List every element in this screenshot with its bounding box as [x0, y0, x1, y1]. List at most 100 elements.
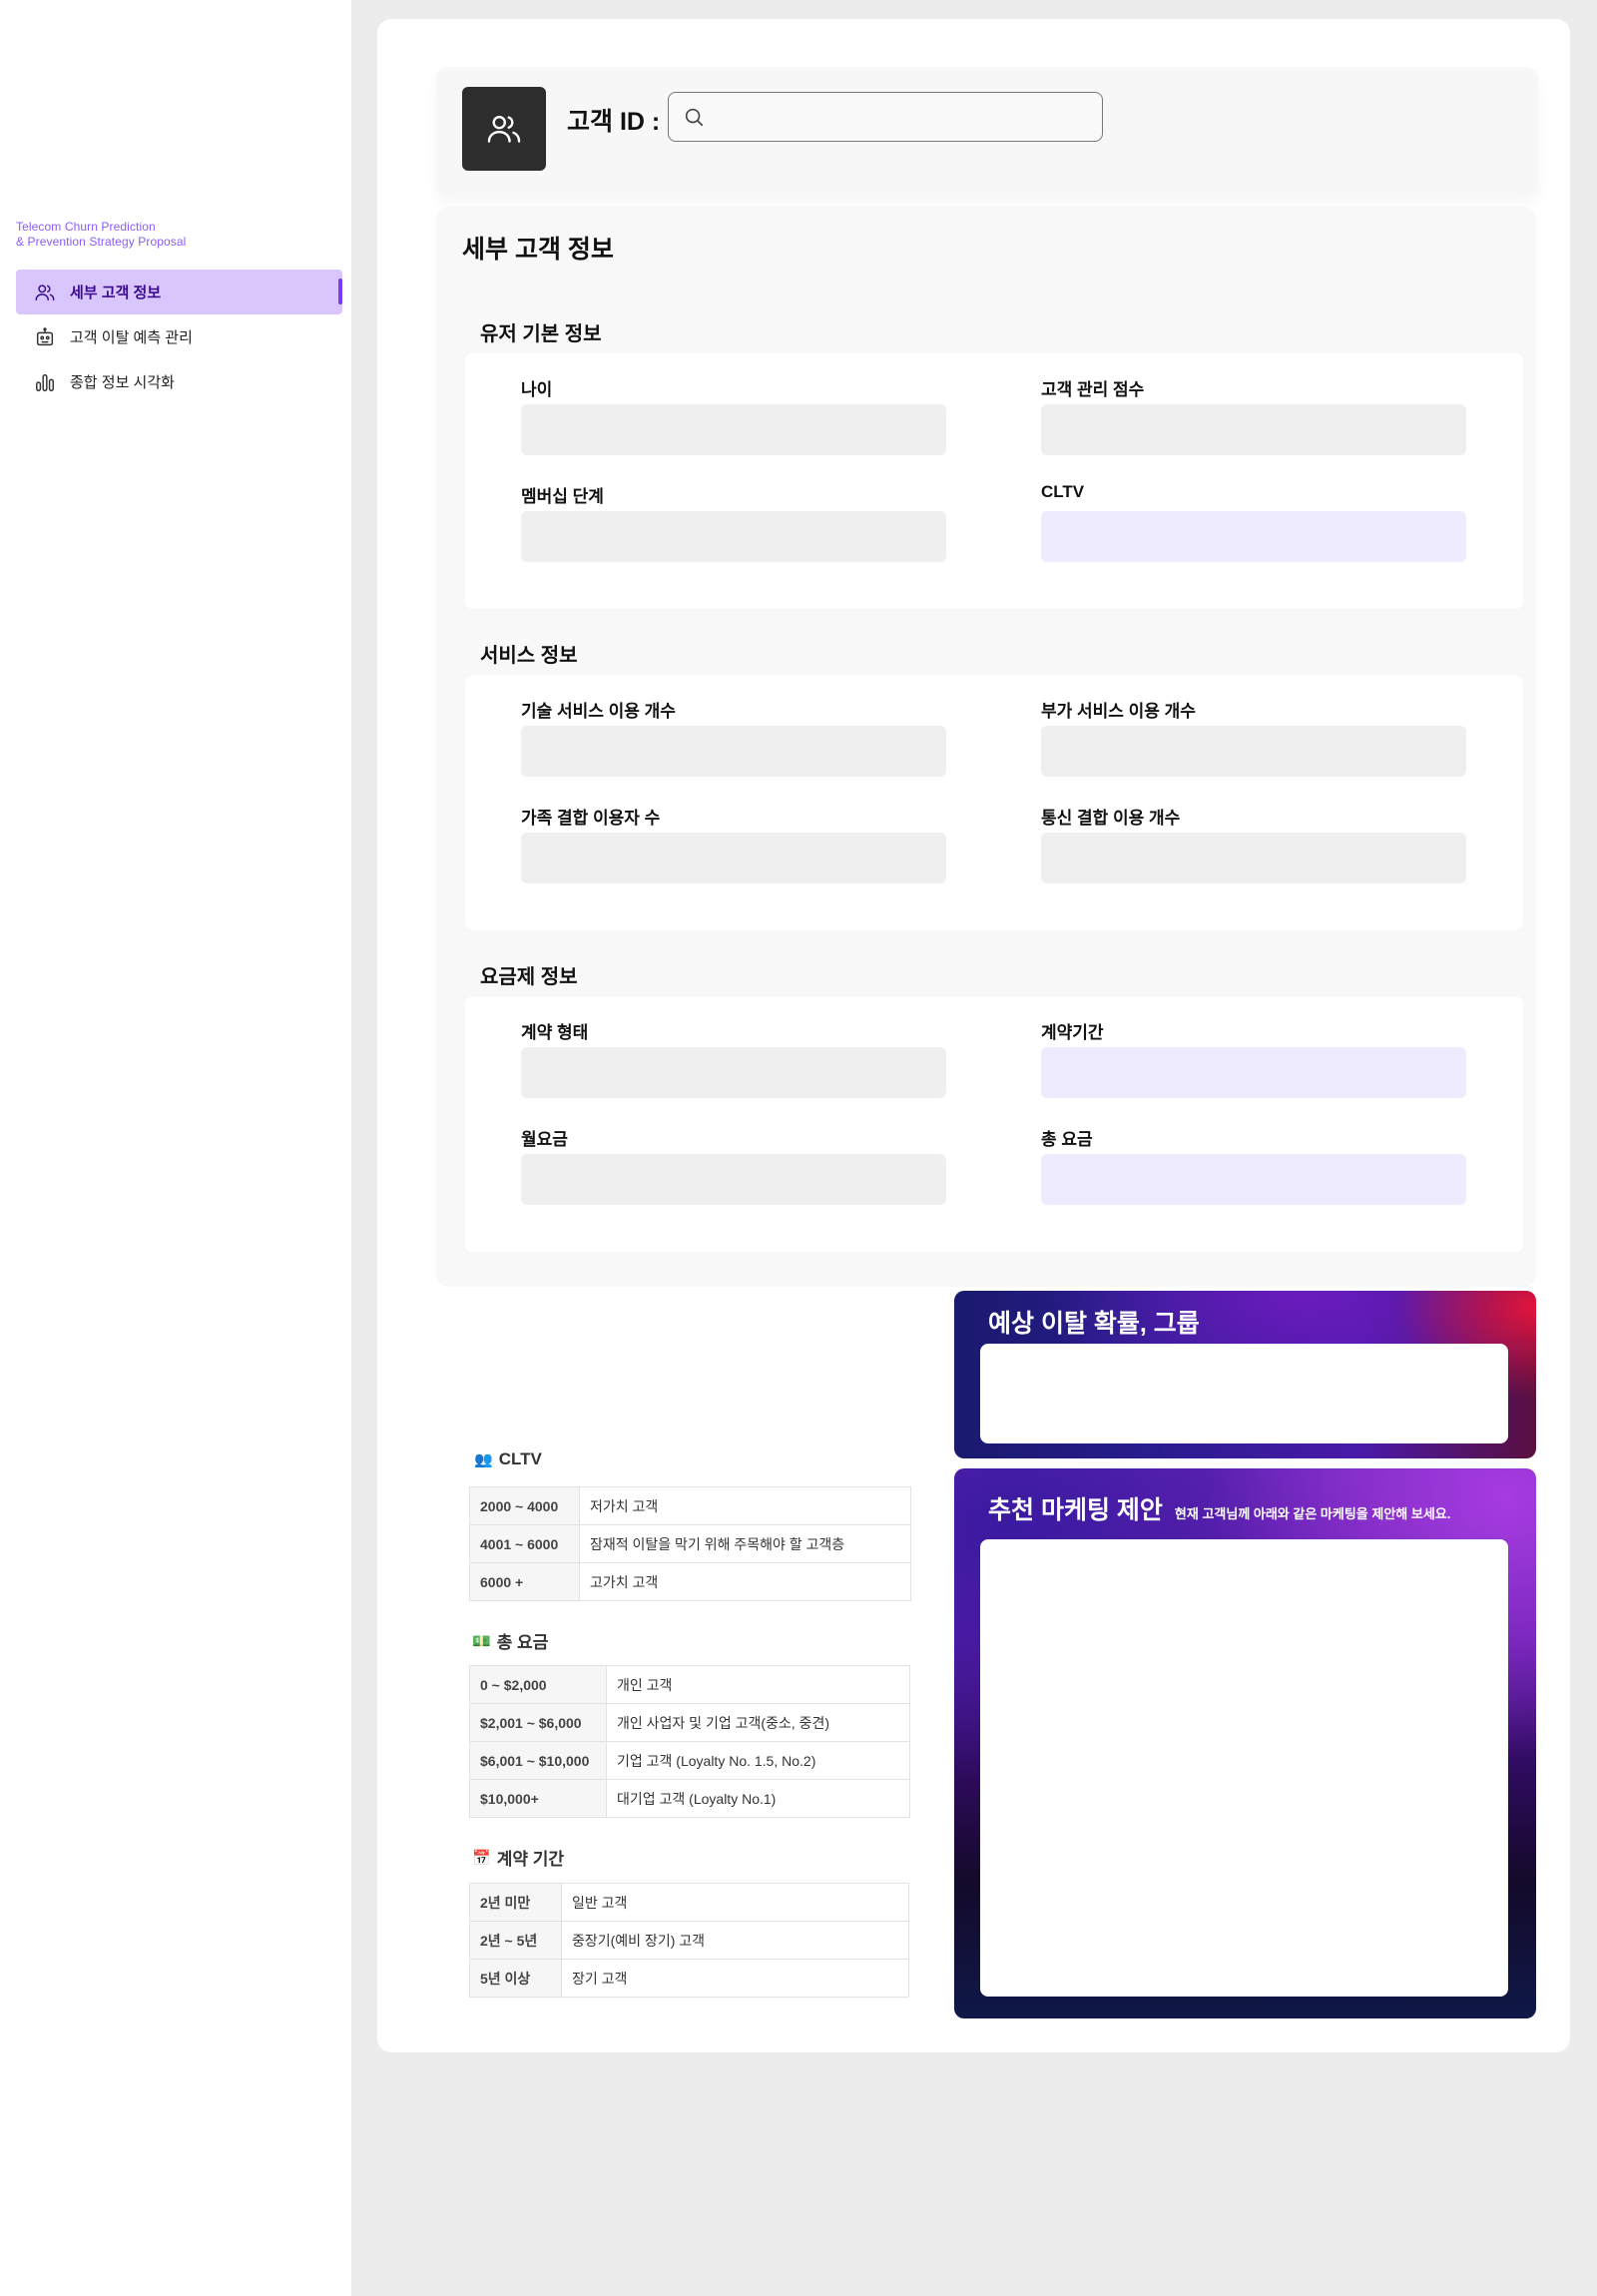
marketing-subtitle: 현재 고객님께 아래와 같은 마케팅을 제안해 보세요. — [1174, 1506, 1451, 1521]
marketing-header: 추천 마케팅 제안 현재 고객님께 아래와 같은 마케팅을 제안해 보세요. — [988, 1490, 1450, 1526]
people-icon: 👥 — [474, 1451, 493, 1468]
field-label-membership: 멤버십 단계 — [521, 487, 604, 506]
table-cell: $10,000+ — [469, 1779, 607, 1818]
contract-table: 2년 미만 일반 고객 2년 ~ 5년 중장기(예비 장기) 고객 5년 이상 … — [469, 1883, 909, 1998]
field-label-contract-type: 계약 형태 — [521, 1023, 589, 1042]
customer-id-search[interactable] — [668, 92, 1103, 142]
cltv-table: 2000 ~ 4000 저가치 고객 4001 ~ 6000 잠재적 이탈을 막… — [469, 1486, 911, 1601]
field-family-members — [521, 833, 946, 883]
table-cell: 6000 + — [469, 1562, 580, 1601]
field-cltv — [1041, 511, 1466, 562]
marketing-card: 추천 마케팅 제안 현재 고객님께 아래와 같은 마케팅을 제안해 보세요. — [954, 1468, 1536, 2018]
table-title-total-fee: 💵 총 요금 — [472, 1628, 548, 1653]
table-row: 6000 + 고가치 고객 — [469, 1562, 911, 1601]
detail-title: 세부 고객 정보 — [462, 236, 614, 264]
section-title-basic: 유저 기본 정보 — [480, 323, 602, 345]
search-icon — [685, 108, 704, 127]
table-row: 4001 ~ 6000 잠재적 이탈을 막기 위해 주목해야 할 고객층 — [469, 1524, 911, 1563]
users-icon — [34, 282, 70, 303]
customer-id-label: 고객 ID : — [567, 108, 661, 136]
table-cell: 중장기(예비 장기) 고객 — [561, 1921, 909, 1960]
table-row: 2000 ~ 4000 저가치 고객 — [469, 1486, 911, 1525]
table-row: $2,001 ~ $6,000 개인 사업자 및 기업 고객(중소, 중견) — [469, 1703, 910, 1742]
table-row: 5년 이상 장기 고객 — [469, 1959, 909, 1998]
field-label-bundle-count: 통신 결합 이용 개수 — [1041, 809, 1181, 828]
field-monthly-fee — [521, 1154, 946, 1205]
field-contract-period — [1041, 1047, 1466, 1098]
table-cell: 대기업 고객 (Loyalty No.1) — [606, 1779, 910, 1818]
table-cell: 2년 ~ 5년 — [469, 1921, 562, 1960]
field-label-contract-period: 계약기간 — [1041, 1023, 1104, 1042]
field-total-fee — [1041, 1154, 1466, 1205]
table-cell: 2000 ~ 4000 — [469, 1486, 580, 1525]
table-cell: 5년 이상 — [469, 1959, 562, 1998]
sidebar-item-churn-management[interactable]: 고객 이탈 예측 관리 — [16, 314, 342, 359]
table-title-cltv: 👥 CLTV — [474, 1449, 542, 1469]
sidebar-item-label: 고객 이탈 예측 관리 — [70, 329, 193, 346]
table-row: $6,001 ~ $10,000 기업 고객 (Loyalty No. 1.5,… — [469, 1741, 910, 1780]
table-cell: 개인 사업자 및 기업 고객(중소, 중견) — [606, 1703, 910, 1742]
table-cell: 저가치 고객 — [579, 1486, 911, 1525]
sidebar-item-visualization[interactable]: 종합 정보 시각화 — [16, 359, 342, 404]
marketing-suggestion-box — [980, 1539, 1508, 1997]
table-cell: 장기 고객 — [561, 1959, 909, 1998]
customer-avatar — [462, 87, 546, 171]
sidebar-nav: 세부 고객 정보 고객 이탈 예측 관리 종합 정보 시각화 — [16, 270, 342, 404]
field-label-addon-services: 부가 서비스 이용 개수 — [1041, 702, 1196, 721]
brand-line-2: & Prevention Strategy Proposal — [16, 235, 187, 249]
table-row: 0 ~ $2,000 개인 고객 — [469, 1665, 910, 1704]
money-icon: 💵 — [472, 1632, 491, 1650]
table-title-text: 총 요금 — [496, 1633, 549, 1652]
table-cell: $2,001 ~ $6,000 — [469, 1703, 607, 1742]
total-fee-table: 0 ~ $2,000 개인 고객 $2,001 ~ $6,000 개인 사업자 … — [469, 1665, 910, 1818]
table-title-contract: 📅 계약 기간 — [472, 1845, 564, 1870]
brand-line-1: Telecom Churn Prediction — [16, 220, 156, 234]
table-cell: 기업 고객 (Loyalty No. 1.5, No.2) — [606, 1741, 910, 1780]
table-row: $10,000+ 대기업 고객 (Loyalty No.1) — [469, 1779, 910, 1818]
sidebar-item-label: 종합 정보 시각화 — [70, 374, 175, 391]
table-cell: $6,001 ~ $10,000 — [469, 1741, 607, 1780]
table-cell: 고가치 고객 — [579, 1562, 911, 1601]
table-cell: 4001 ~ 6000 — [469, 1524, 580, 1563]
field-label-care-score: 고객 관리 점수 — [1041, 380, 1145, 399]
sidebar-item-customer-detail[interactable]: 세부 고객 정보 — [16, 270, 342, 314]
field-bundle-count — [1041, 833, 1466, 883]
sidebar-item-label: 세부 고객 정보 — [70, 285, 162, 301]
sidebar: Telecom Churn Prediction & Prevention St… — [0, 0, 351, 2296]
table-title-text: 계약 기간 — [496, 1850, 564, 1869]
field-care-score — [1041, 404, 1466, 455]
brand-title: Telecom Churn Prediction & Prevention St… — [16, 220, 186, 250]
table-cell: 개인 고객 — [606, 1665, 910, 1704]
churn-prediction-card: 예상 이탈 확률, 그룹 — [954, 1291, 1536, 1458]
field-addon-services — [1041, 726, 1466, 777]
field-age — [521, 404, 946, 455]
bar-chart-icon — [34, 371, 70, 393]
table-cell: 잠재적 이탈을 막기 위해 주목해야 할 고객층 — [579, 1524, 911, 1563]
section-title-service: 서비스 정보 — [480, 645, 578, 667]
table-title-text: CLTV — [498, 1449, 542, 1468]
field-label-total-fee: 총 요금 — [1041, 1130, 1093, 1149]
field-tech-services — [521, 726, 946, 777]
marketing-title: 추천 마케팅 제안 — [988, 1496, 1163, 1524]
field-label-family-members: 가족 결합 이용자 수 — [521, 809, 661, 828]
calendar-icon: 📅 — [472, 1849, 491, 1867]
field-label-monthly-fee: 월요금 — [521, 1130, 568, 1149]
section-title-plan: 요금제 정보 — [480, 966, 578, 988]
robot-icon — [34, 326, 70, 348]
field-label-tech-services: 기술 서비스 이용 개수 — [521, 702, 676, 721]
field-membership — [521, 511, 946, 562]
section-basic — [465, 353, 1523, 609]
table-row: 2년 미만 일반 고객 — [469, 1883, 909, 1922]
churn-prediction-result — [980, 1344, 1508, 1443]
field-contract-type — [521, 1047, 946, 1098]
churn-prediction-title: 예상 이탈 확률, 그룹 — [988, 1310, 1200, 1338]
table-cell: 0 ~ $2,000 — [469, 1665, 607, 1704]
field-label-age: 나이 — [521, 380, 553, 399]
table-cell: 2년 미만 — [469, 1883, 562, 1922]
field-label-cltv: CLTV — [1041, 482, 1085, 501]
customer-id-input[interactable] — [715, 97, 1094, 137]
section-plan — [465, 996, 1523, 1252]
table-row: 2년 ~ 5년 중장기(예비 장기) 고객 — [469, 1921, 909, 1960]
users-icon — [487, 115, 521, 143]
table-cell: 일반 고객 — [561, 1883, 909, 1922]
